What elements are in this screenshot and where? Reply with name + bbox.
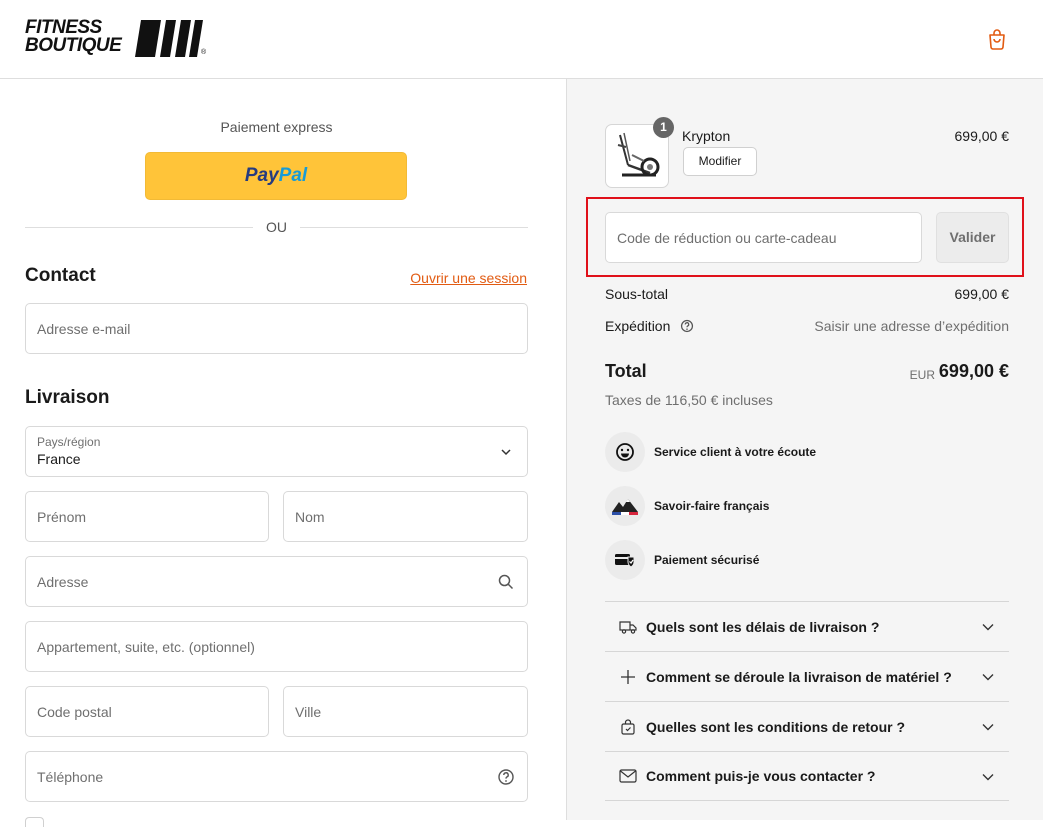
paypal-button[interactable]: Pay Pal (145, 152, 407, 200)
return-bag-icon (619, 718, 637, 736)
email-input[interactable] (26, 304, 527, 353)
discount-code-input[interactable] (606, 213, 921, 262)
product-price: 699,00 € (954, 128, 1010, 144)
chevron-down-icon (982, 624, 994, 631)
trust-item: Savoir-faire français (605, 486, 769, 526)
last-name-field[interactable] (283, 491, 528, 542)
faq-question: Quels sont les délais de livraison ? (646, 618, 880, 635)
faq-item-delivery-times[interactable]: Quels sont les délais de livraison ? (605, 601, 1009, 651)
city-field[interactable] (283, 686, 528, 737)
total-currency: EUR (909, 368, 935, 382)
shipping-row-label: Expédition (605, 318, 694, 334)
subtotal-label: Sous-total (605, 286, 669, 302)
address-field[interactable] (25, 556, 528, 607)
plus-icon (619, 668, 637, 686)
phone-field[interactable] (25, 751, 528, 802)
postal-code-field[interactable] (25, 686, 269, 737)
validate-button[interactable]: Valider (936, 212, 1009, 263)
phone-input[interactable] (26, 752, 527, 801)
faq-question: Comment puis-je vous contacter ? (646, 768, 876, 784)
login-link[interactable]: Ouvrir une session (410, 270, 527, 286)
envelope-icon (619, 767, 637, 785)
apartment-field[interactable] (25, 621, 528, 672)
chevron-down-icon (982, 724, 994, 731)
faq-item-contact[interactable]: Comment puis-je vous contacter ? (605, 751, 1009, 801)
secure-payment-icon (605, 540, 645, 580)
logo-bars-icon (135, 20, 203, 57)
country-label: Pays/région (37, 435, 101, 449)
modify-button[interactable]: Modifier (683, 147, 757, 176)
separator-line-right (300, 227, 528, 228)
last-name-input[interactable] (284, 492, 527, 541)
checkout-form: Paiement express Pay Pal OU Contact Ouvri… (0, 79, 567, 827)
country-value: France (37, 451, 81, 467)
shipping-label: Expédition (605, 318, 671, 334)
delivery-truck-icon (619, 618, 637, 636)
total-label: Total (605, 361, 647, 381)
taxes-note: Taxes de 116,50 € incluses (605, 392, 773, 408)
paypal-logo-part2: Pal (278, 165, 308, 186)
trust-label: Paiement sécurisé (654, 553, 760, 567)
first-name-input[interactable] (26, 492, 268, 541)
shopping-bag-icon[interactable] (985, 27, 1009, 51)
registered-mark: ® (201, 49, 207, 56)
question-circle-icon[interactable] (680, 319, 694, 333)
chevron-down-icon (501, 449, 511, 456)
postal-code-input[interactable] (26, 687, 268, 736)
first-name-field[interactable] (25, 491, 269, 542)
country-select[interactable]: Pays/région France (25, 426, 528, 477)
total-value: 699,00 € (938, 361, 1009, 381)
chevron-down-icon (982, 674, 994, 681)
chevron-down-icon (982, 774, 994, 781)
apartment-input[interactable] (26, 622, 527, 671)
trust-label: Service client à votre écoute (654, 445, 817, 459)
product-name: Krypton (682, 128, 731, 144)
or-separator: OU (25, 217, 528, 237)
faq-item-return-conditions[interactable]: Quelles sont les conditions de retour ? (605, 701, 1009, 751)
quantity-badge: 1 (653, 117, 674, 138)
subtotal-value: 699,00 € (954, 286, 1010, 302)
trust-item: Paiement sécurisé (605, 540, 759, 580)
email-field[interactable] (25, 303, 528, 354)
paypal-logo-part1: Pay (244, 165, 279, 186)
question-circle-icon[interactable] (497, 768, 515, 786)
trust-item: Service client à votre écoute (605, 432, 816, 472)
trust-label: Savoir-faire français (654, 499, 770, 513)
discount-code-field[interactable] (605, 212, 922, 263)
faq-accordion: Quels sont les délais de livraison ? Com… (605, 601, 1009, 801)
logo-line2: BOUTIQUE (25, 35, 122, 56)
faq-question: Quelles sont les conditions de retour ? (646, 718, 906, 735)
address-input[interactable] (26, 557, 527, 606)
header: FITNESS BOUTIQUE ® (0, 0, 1043, 79)
checkbox[interactable] (25, 817, 44, 827)
logo-text: FITNESS BOUTIQUE (25, 18, 122, 56)
express-payment-label: Paiement express (220, 119, 333, 135)
city-input[interactable] (284, 687, 527, 736)
search-icon (498, 574, 514, 590)
contact-title: Contact (25, 265, 96, 286)
delivery-title: Livraison (25, 387, 110, 408)
faq-question: Comment se déroule la livraison de matér… (646, 668, 952, 685)
french-mountains-icon (605, 486, 645, 526)
order-summary: 1 Krypton Modifier 699,00 € Valider Sous… (567, 79, 1043, 820)
faq-item-equipment-delivery[interactable]: Comment se déroule la livraison de matér… (605, 651, 1009, 701)
fitness-boutique-logo[interactable]: FITNESS BOUTIQUE ® (25, 18, 207, 59)
smiley-icon (605, 432, 645, 472)
shipping-value: Saisir une adresse d’expédition (814, 318, 1009, 334)
